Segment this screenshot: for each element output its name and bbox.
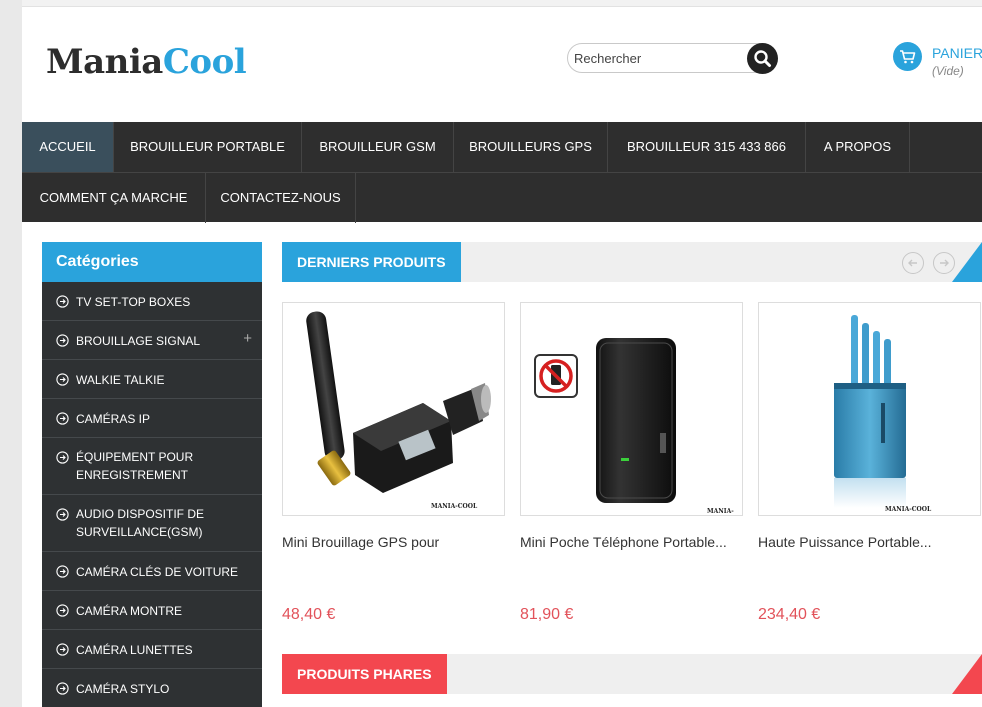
category-item-tv-set-top-boxes[interactable]: TV SET-TOP BOXES — [42, 282, 262, 321]
logo-part2: Cool — [162, 42, 247, 82]
search-icon — [754, 50, 771, 67]
section-corner-decoration — [952, 242, 982, 282]
category-label: CAMÉRA STYLO — [76, 682, 170, 696]
nav-row-2: COMMENT ÇA MARCHE CONTACTEZ-NOUS — [22, 172, 982, 223]
high-power-jammer-illustration — [834, 315, 906, 508]
page: ManiaCool PANIER (Vide) ACCUEIL BROUILLE… — [22, 0, 982, 707]
gps-jammer-illustration — [306, 311, 491, 493]
nav-item-comment-ca-marche[interactable]: COMMENT ÇA MARCHE — [22, 173, 206, 223]
expand-icon[interactable]: + — [243, 330, 252, 347]
circle-arrow-icon — [56, 451, 69, 464]
product-watermark: MANIA-COOL — [431, 503, 478, 510]
category-item-brouillage-signal[interactable]: BROUILLAGE SIGNAL + — [42, 321, 262, 360]
category-label: BROUILLAGE SIGNAL — [76, 334, 201, 348]
search-button[interactable] — [747, 43, 778, 74]
product-watermark: MANIA-COOL — [707, 508, 734, 515]
category-label: ÉQUIPEMENT POUR ENREGISTREMENT — [76, 450, 194, 482]
featured-products-title: PRODUITS PHARES — [282, 654, 447, 694]
nav-item-brouilleur-315[interactable]: BROUILLEUR 315 433 866 — [608, 122, 806, 172]
product-price: 234,40 € — [758, 606, 821, 623]
circle-arrow-icon — [56, 412, 69, 425]
section-corner-decoration — [952, 654, 982, 694]
nav-item-brouilleurs-gps[interactable]: BROUILLEURS GPS — [454, 122, 608, 172]
nav-item-accueil[interactable]: ACCUEIL — [22, 122, 114, 172]
nav-item-brouilleur-gsm[interactable]: BROUILLEUR GSM — [302, 122, 454, 172]
category-item-camera-stylo[interactable]: CAMÉRA STYLO — [42, 669, 262, 707]
nav-item-brouilleur-portable[interactable]: BROUILLEUR PORTABLE — [114, 122, 302, 172]
circle-arrow-icon — [56, 565, 69, 578]
nav-item-contactez-nous[interactable]: CONTACTEZ-NOUS — [206, 173, 356, 223]
category-item-camera-lunettes[interactable]: CAMÉRA LUNETTES — [42, 630, 262, 669]
category-label: CAMÉRA LUNETTES — [76, 643, 193, 657]
product-watermark: MANIA-COOL — [885, 506, 932, 513]
pocket-jammer-illustration — [534, 338, 676, 503]
categories-sidebar: TV SET-TOP BOXES BROUILLAGE SIGNAL + WAL… — [42, 282, 262, 707]
category-label: AUDIO DISPOSITIF DE SURVEILLANCE(GSM) — [76, 507, 205, 539]
circle-arrow-icon — [56, 373, 69, 386]
circle-arrow-icon — [56, 682, 69, 695]
arrow-left-icon — [908, 259, 917, 267]
cart-label[interactable]: PANIER — [932, 45, 982, 61]
product-image-high-power-jammer[interactable]: MANIA-COOL — [758, 302, 981, 516]
carousel-prev-button[interactable] — [902, 252, 924, 274]
latest-products-title: DERNIERS PRODUITS — [282, 242, 461, 282]
arrow-right-icon — [940, 259, 949, 267]
latest-products-header: DERNIERS PRODUITS — [282, 242, 982, 282]
circle-arrow-icon — [56, 295, 69, 308]
category-item-audio-surveillance[interactable]: AUDIO DISPOSITIF DE SURVEILLANCE(GSM) — [42, 495, 262, 552]
featured-products-header: PRODUITS PHARES — [282, 654, 982, 694]
category-label: CAMÉRA CLÉS DE VOITURE — [76, 565, 239, 579]
category-label: TV SET-TOP BOXES — [76, 295, 191, 309]
category-label: CAMÉRAS IP — [76, 412, 151, 426]
site-logo[interactable]: ManiaCool — [46, 42, 247, 82]
cart-status: (Vide) — [932, 64, 964, 78]
product-image-pocket-jammer[interactable]: MANIA-COOL — [520, 302, 743, 516]
cart-icon — [900, 50, 916, 64]
circle-arrow-icon — [56, 604, 69, 617]
cart-button[interactable] — [893, 42, 922, 71]
top-border — [22, 0, 982, 7]
search-box — [567, 43, 778, 74]
circle-arrow-icon — [56, 643, 69, 656]
product-price: 48,40 € — [282, 606, 336, 623]
logo-part1: Mania — [46, 42, 163, 82]
product-price: 81,90 € — [520, 606, 574, 623]
product-image-gps-jammer[interactable]: MANIA-COOL — [282, 302, 505, 516]
product-name[interactable]: Haute Puissance Portable... — [758, 534, 981, 550]
nav-item-a-propos[interactable]: A PROPOS — [806, 122, 910, 172]
circle-arrow-icon — [56, 334, 69, 347]
categories-title: Catégories — [42, 242, 262, 282]
category-item-walkie-talkie[interactable]: WALKIE TALKIE — [42, 360, 262, 399]
product-name[interactable]: Mini Poche Téléphone Portable... — [520, 534, 743, 550]
category-label: CAMÉRA MONTRE — [76, 604, 183, 618]
category-item-camera-cles-voiture[interactable]: CAMÉRA CLÉS DE VOITURE — [42, 552, 262, 591]
main-nav: ACCUEIL BROUILLEUR PORTABLE BROUILLEUR G… — [22, 122, 982, 223]
circle-arrow-icon — [56, 508, 69, 521]
category-item-camera-montre[interactable]: CAMÉRA MONTRE — [42, 591, 262, 630]
category-label: WALKIE TALKIE — [76, 373, 165, 387]
category-item-equipement-enregistrement[interactable]: ÉQUIPEMENT POUR ENREGISTREMENT — [42, 438, 262, 495]
search-input[interactable] — [574, 50, 744, 67]
category-item-cameras-ip[interactable]: CAMÉRAS IP — [42, 399, 262, 438]
product-name[interactable]: Mini Brouillage GPS pour — [282, 534, 505, 550]
